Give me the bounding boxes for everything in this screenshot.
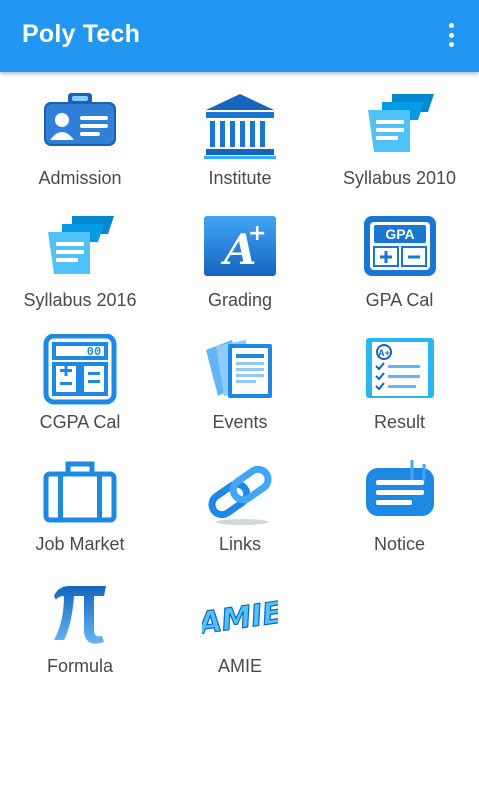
calculator-icon: 00 [42, 334, 118, 406]
menu-item-syllabus-2016[interactable]: Syllabus 2016 [0, 206, 160, 328]
menu-label: Admission [38, 168, 122, 188]
menu-label: Syllabus 2010 [342, 168, 457, 188]
svg-text:GPA: GPA [385, 226, 414, 242]
syllabus-documents-icon [362, 90, 438, 162]
more-vert-icon[interactable] [441, 20, 461, 50]
menu-item-syllabus-2010[interactable]: Syllabus 2010 [320, 84, 479, 206]
menu-label: AMIE [217, 656, 262, 676]
svg-text:00: 00 [87, 345, 101, 359]
menu-label: Job Market [35, 534, 125, 554]
institute-building-icon [202, 90, 278, 162]
menu-item-cgpa-cal[interactable]: 00 CGPA Cal [0, 328, 160, 450]
menu-item-links[interactable]: Links [160, 450, 320, 572]
pi-icon [42, 578, 118, 650]
menu-item-result[interactable]: A+ Result [320, 328, 479, 450]
svg-text:A+: A+ [378, 348, 390, 358]
menu-label: Events [212, 412, 268, 432]
menu-item-amie[interactable]: AMIE AMIE [160, 572, 320, 694]
menu-item-institute[interactable]: Institute [160, 84, 320, 206]
menu-label: Notice [373, 534, 426, 554]
menu-item-job-market[interactable]: Job Market [0, 450, 160, 572]
menu-item-events[interactable]: Events [160, 328, 320, 450]
menu-grid: Admission Institute Syllabus 2010 Syllab… [0, 84, 479, 694]
menu-item-grading[interactable]: A + Grading [160, 206, 320, 328]
gpa-calculator-icon: GPA [362, 212, 438, 284]
amie-logo-icon: AMIE [202, 578, 278, 650]
menu-label: CGPA Cal [39, 412, 121, 432]
events-documents-icon [202, 334, 278, 406]
menu-label: Links [218, 534, 262, 554]
menu-item-admission[interactable]: Admission [0, 84, 160, 206]
menu-item-gpa-cal[interactable]: GPA GPA Cal [320, 206, 479, 328]
svg-text:AMIE: AMIE [202, 595, 278, 642]
svg-text:+: + [248, 221, 266, 246]
a-plus-grade-icon: A + [202, 212, 278, 284]
briefcase-icon [42, 456, 118, 528]
app-title: Poly Tech [22, 20, 141, 48]
menu-label: GPA Cal [365, 290, 434, 310]
menu-label: Grading [207, 290, 273, 310]
menu-item-notice[interactable]: Notice [320, 450, 479, 572]
app-bar: Poly Tech [0, 0, 479, 72]
notice-clip-icon [362, 456, 438, 528]
menu-label: Institute [208, 168, 272, 188]
chain-link-icon [202, 456, 278, 528]
syllabus-documents-icon [42, 212, 118, 284]
result-checklist-icon: A+ [362, 334, 438, 406]
menu-item-formula[interactable]: Formula [0, 572, 160, 694]
menu-label: Syllabus 2016 [23, 290, 137, 310]
id-card-icon [42, 90, 118, 162]
menu-label: Formula [46, 656, 113, 676]
menu-label: Result [373, 412, 426, 432]
